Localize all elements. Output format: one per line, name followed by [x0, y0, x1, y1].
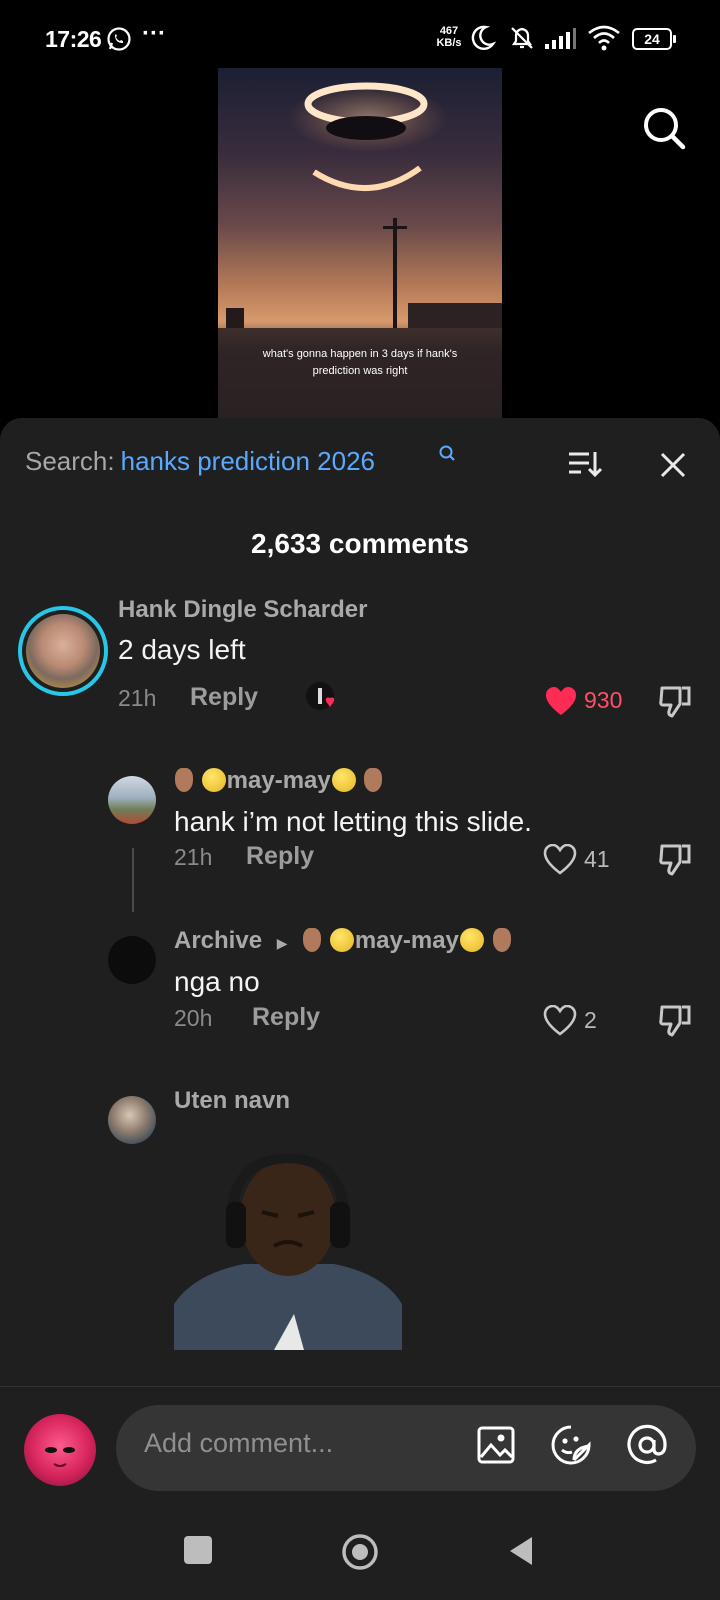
signal-icon — [545, 28, 576, 49]
comment-count: 2,633 comments — [251, 528, 469, 559]
comment-time: 20h — [174, 1005, 213, 1031]
back-button[interactable] — [506, 1534, 536, 1568]
reply-arrow-icon: ▶ — [276, 935, 288, 951]
reply-button[interactable]: Reply — [246, 842, 314, 871]
pleading-face-emoji-icon — [201, 768, 226, 792]
divider — [0, 1386, 720, 1387]
pleading-face-emoji-icon — [459, 928, 484, 952]
creator-liked-badge-icon — [306, 682, 335, 710]
dislike-icon[interactable] — [658, 684, 692, 720]
sort-icon[interactable] — [567, 448, 603, 480]
like-count: 41 — [584, 846, 610, 872]
dislike-icon[interactable] — [658, 1003, 692, 1039]
man-wearing-headphones-sticker — [174, 1154, 402, 1350]
thread-line — [132, 848, 134, 912]
crossed-fingers-emoji-icon — [175, 768, 193, 792]
mute-bell-icon — [511, 27, 533, 49]
heart-outline-icon[interactable] — [543, 1005, 577, 1037]
video-caption: what's gonna happen in 3 days if hank's … — [262, 348, 458, 377]
comment-username[interactable]: may-may — [174, 767, 383, 795]
comment-username[interactable]: Uten navn — [174, 1087, 290, 1115]
current-user-avatar — [24, 1414, 96, 1486]
pleading-face-emoji-icon — [329, 928, 354, 952]
status-time: 17:26 — [45, 26, 102, 52]
search-small-icon — [439, 445, 455, 461]
sticker-icon[interactable] — [550, 1424, 592, 1466]
mention-icon[interactable] — [626, 1424, 668, 1466]
search-query-link[interactable]: hanks prediction 2026 — [121, 446, 375, 476]
comment-time: 21h — [118, 685, 157, 711]
comment-input-placeholder: Add comment... — [144, 1428, 334, 1458]
comment-username[interactable]: Hank Dingle Scharder — [118, 596, 367, 624]
crossed-fingers-emoji-icon — [364, 768, 383, 792]
close-icon[interactable] — [658, 450, 688, 480]
video-preview[interactable]: what's gonna happen in 3 days if hank's … — [218, 68, 502, 420]
avatar-image — [45, 1447, 75, 1467]
avatar[interactable] — [108, 936, 156, 984]
search-icon[interactable] — [640, 104, 688, 152]
avatar[interactable] — [18, 606, 108, 696]
reply-button[interactable]: Reply — [252, 1003, 320, 1032]
avatar[interactable] — [108, 1096, 156, 1144]
like-count: 2 — [584, 1007, 597, 1033]
whatsapp-icon — [107, 27, 131, 51]
battery-indicator: 24 — [632, 28, 676, 50]
comment-text: 2 days left — [118, 634, 246, 665]
crossed-fingers-emoji-icon — [303, 928, 322, 952]
heart-outline-icon[interactable] — [543, 844, 577, 876]
comment-text: hank i’m not letting this slide. — [174, 806, 532, 837]
comment-text: nga no — [174, 966, 260, 997]
crossed-fingers-emoji-icon — [492, 928, 511, 952]
reply-button[interactable]: Reply — [190, 683, 258, 712]
image-icon[interactable] — [476, 1425, 516, 1465]
related-search[interactable]: Search: hanks prediction 2026 — [25, 444, 375, 478]
avatar[interactable] — [108, 776, 156, 824]
recent-apps-button[interactable] — [184, 1536, 212, 1564]
heart-icon[interactable] — [544, 686, 578, 718]
system-nav-bar — [0, 1500, 720, 1600]
home-button[interactable] — [340, 1532, 380, 1572]
like-count: 930 — [584, 687, 623, 713]
pleading-face-emoji-icon — [331, 768, 356, 792]
search-label: Search: — [25, 446, 115, 476]
network-speed: 467 KB/s — [436, 25, 462, 49]
more-notifications-icon: ··· — [142, 20, 166, 47]
do-not-disturb-moon-icon — [471, 25, 496, 50]
comment-time: 21h — [174, 844, 213, 870]
wifi-icon — [588, 25, 620, 51]
dislike-icon[interactable] — [658, 842, 692, 878]
comment-username[interactable]: Archive ▶ may-may — [174, 927, 512, 955]
